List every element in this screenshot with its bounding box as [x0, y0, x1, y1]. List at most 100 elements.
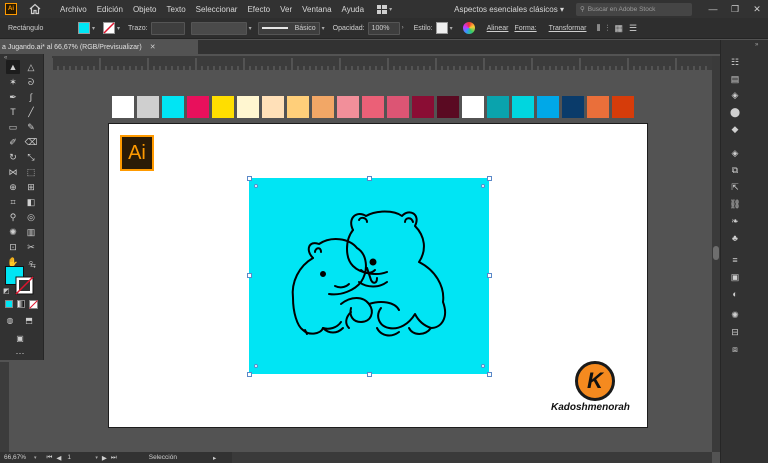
- scale-tool-icon[interactable]: ⤡: [24, 150, 38, 164]
- corner-widget-br[interactable]: [481, 364, 485, 368]
- handle-top-right[interactable]: [487, 176, 492, 181]
- menu-seleccionar[interactable]: Seleccionar: [191, 5, 243, 14]
- align-link[interactable]: Alinear: [487, 25, 509, 32]
- color-swatch[interactable]: [562, 96, 584, 118]
- graphic-style-swatch[interactable]: [435, 22, 448, 34]
- stock-search-input[interactable]: ⚲ Buscar en Adobe Stock: [576, 2, 692, 16]
- menu-archivo[interactable]: Archivo: [55, 5, 92, 14]
- color-swatch[interactable]: [287, 96, 309, 118]
- panel-menu-icon[interactable]: ☰: [629, 23, 637, 34]
- color-swatch[interactable]: [387, 96, 409, 118]
- edit-toolbar-icon[interactable]: ⋯: [13, 346, 27, 360]
- stroke-color-box[interactable]: [15, 276, 34, 295]
- artboard-tool-icon[interactable]: ⊡: [6, 240, 20, 254]
- pathfinder-panel-icon[interactable]: ⧈: [728, 343, 742, 355]
- direct-selection-tool-icon[interactable]: △: [24, 60, 38, 74]
- menu-efecto[interactable]: Efecto: [242, 5, 275, 14]
- color-swatch[interactable]: [262, 96, 284, 118]
- menu-ver[interactable]: Ver: [275, 5, 297, 14]
- menu-ayuda[interactable]: Ayuda: [337, 5, 370, 14]
- pen-tool-icon[interactable]: ✒: [6, 90, 20, 104]
- color-swatch[interactable]: [237, 96, 259, 118]
- opacity-field[interactable]: 100%: [367, 21, 400, 35]
- color-mode-button[interactable]: [5, 300, 13, 308]
- stroke-weight-field[interactable]: [150, 21, 185, 35]
- color-swatch[interactable]: [112, 96, 134, 118]
- menu-edicion[interactable]: Edición: [92, 5, 128, 14]
- swatches-panel-icon[interactable]: ⬤: [728, 106, 742, 118]
- gradient-mode-button[interactable]: [17, 300, 25, 308]
- corner-widget-bl[interactable]: [254, 364, 258, 368]
- column-graph-tool-icon[interactable]: ▥: [24, 225, 38, 239]
- color-swatch[interactable]: [337, 96, 359, 118]
- layers-panel-icon[interactable]: ◈: [728, 147, 742, 159]
- handle-top-center[interactable]: [367, 176, 372, 181]
- rectangle-tool-icon[interactable]: ▭: [6, 120, 20, 134]
- rotate-tool-icon[interactable]: ↻: [6, 150, 20, 164]
- variable-width-field[interactable]: [190, 21, 247, 35]
- close-window-button[interactable]: ✕: [746, 4, 768, 15]
- close-tab-icon[interactable]: ✕: [150, 43, 156, 51]
- brush-chevron-down-icon[interactable]: ▾: [322, 25, 325, 32]
- document-tab[interactable]: a Jugando.ai* al 66,67% (RGB/Previsualiz…: [0, 40, 198, 54]
- screen-mode-icon[interactable]: ⬒: [22, 313, 36, 327]
- color-swatch[interactable]: [312, 96, 334, 118]
- color-swatch[interactable]: [412, 96, 434, 118]
- vertical-scroll-thumb[interactable]: [713, 246, 719, 260]
- change-screen-mode-icon[interactable]: ▣: [13, 331, 27, 345]
- transform-link[interactable]: Transformar: [549, 25, 587, 32]
- color-swatch[interactable]: [162, 96, 184, 118]
- type-tool-icon[interactable]: T: [6, 105, 20, 119]
- handle-middle-left[interactable]: [247, 273, 252, 278]
- color-swatch[interactable]: [612, 96, 634, 118]
- next-artboard-icon[interactable]: ▶: [102, 454, 107, 462]
- color-swatch[interactable]: [512, 96, 534, 118]
- symbol-sprayer-tool-icon[interactable]: ✺: [6, 225, 20, 239]
- selection-tool-icon[interactable]: ▲: [6, 60, 20, 74]
- properties-panel-icon[interactable]: ☷: [728, 56, 742, 68]
- menu-texto[interactable]: Texto: [162, 5, 191, 14]
- last-artboard-icon[interactable]: ⏭: [111, 454, 117, 462]
- color-swatch[interactable]: [362, 96, 384, 118]
- draw-mode-icon[interactable]: ◍: [3, 313, 17, 327]
- handle-top-left[interactable]: [247, 176, 252, 181]
- handle-bottom-right[interactable]: [487, 372, 492, 377]
- gradient-panel-icon[interactable]: ▣: [728, 271, 742, 283]
- gradient-tool-icon[interactable]: ◧: [24, 195, 38, 209]
- color-swatch[interactable]: [587, 96, 609, 118]
- curvature-tool-icon[interactable]: ∫: [24, 90, 38, 104]
- minimize-button[interactable]: —: [702, 4, 724, 14]
- color-swatch[interactable]: [487, 96, 509, 118]
- horizontal-ruler[interactable]: [51, 56, 712, 70]
- isolate-icon[interactable]: ▦: [615, 23, 624, 34]
- blend-tool-icon[interactable]: ◎: [24, 210, 38, 224]
- shaper-tool-icon[interactable]: ✐: [6, 135, 20, 149]
- prev-artboard-icon[interactable]: ◀: [56, 454, 61, 462]
- color-swatch[interactable]: [437, 96, 459, 118]
- color-swatch[interactable]: [187, 96, 209, 118]
- stroke-chevron-down-icon[interactable]: ▾: [117, 25, 120, 32]
- free-transform-tool-icon[interactable]: ⬚: [24, 165, 38, 179]
- zoom-chevron-down-icon[interactable]: ▾: [34, 455, 37, 461]
- handle-middle-right[interactable]: [487, 273, 492, 278]
- swap-colors-icon[interactable]: ⇆: [30, 262, 36, 270]
- artboards-panel-icon[interactable]: ⧉: [728, 164, 742, 176]
- stroke-panel-icon[interactable]: ≡: [728, 254, 742, 266]
- libraries-panel-icon[interactable]: ▤: [728, 73, 742, 85]
- shape-link[interactable]: Forma:: [514, 25, 536, 32]
- default-colors-icon[interactable]: ◩: [3, 287, 10, 295]
- first-artboard-icon[interactable]: ⏮: [47, 454, 53, 462]
- color-swatch[interactable]: [212, 96, 234, 118]
- color-panel-icon[interactable]: ◈: [728, 89, 742, 101]
- magic-wand-tool-icon[interactable]: ✶: [6, 75, 20, 89]
- layout-grid-icon[interactable]: [377, 4, 388, 14]
- slice-tool-icon[interactable]: ✂: [24, 240, 38, 254]
- color-swatch[interactable]: [137, 96, 159, 118]
- line-tool-icon[interactable]: ╱: [24, 105, 38, 119]
- workspace-switcher[interactable]: Aspectos esenciales clásicos ▾: [454, 5, 564, 14]
- horizontal-scrollbar[interactable]: [232, 452, 712, 463]
- selected-rectangle[interactable]: [249, 178, 489, 374]
- graphic-styles-icon[interactable]: ♣: [728, 232, 742, 244]
- paintbrush-tool-icon[interactable]: ✎: [24, 120, 38, 134]
- expand-panels-icon[interactable]: »: [755, 42, 758, 48]
